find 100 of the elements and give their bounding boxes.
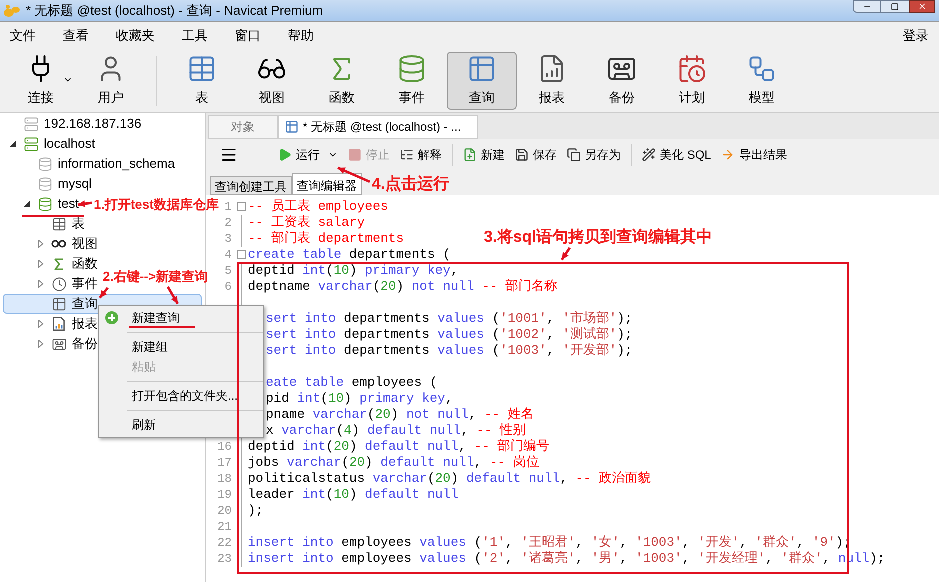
app-icon [4, 4, 20, 18]
code-line: -- 部门表 departments [248, 231, 404, 247]
underline [22, 215, 84, 217]
arrow [560, 247, 572, 261]
annotation-note: 3.将sql语句拷贝到查询编辑其中 [484, 229, 712, 247]
annotation-note: 2.右键-->新建查询 [103, 268, 208, 286]
line-number: 1 [224, 200, 232, 214]
tree-label: information_schema [58, 155, 176, 174]
tree-item[interactable]: 192.168.187.136 [3, 114, 145, 134]
line-number: 21 [218, 520, 232, 534]
copy-icon [567, 148, 581, 162]
toolbar-button[interactable]: 查询 [447, 52, 517, 110]
maximize-icon [891, 2, 899, 10]
tree-label: 报表 [72, 315, 98, 334]
toolbar-button[interactable]: 函数 [307, 52, 377, 110]
tree-label: mysql [58, 175, 92, 194]
fold-icon[interactable] [236, 202, 246, 211]
toolbar-button[interactable]: 计划 [657, 52, 727, 110]
arrow [78, 200, 92, 208]
menu-item[interactable]: 收藏夹 [116, 26, 155, 46]
editor-tab[interactable]: 查询编辑器 [292, 173, 362, 195]
underline [129, 326, 195, 328]
fold-icon[interactable] [236, 250, 246, 259]
tree-label: 视图 [72, 235, 98, 254]
line-number: 2 [224, 216, 232, 230]
toolbar-button[interactable]: 备份 [587, 52, 657, 110]
cassette-icon [52, 336, 66, 352]
toolbar-button[interactable]: 用户 [76, 52, 146, 110]
play-icon [278, 148, 292, 162]
line-number: 16 [218, 440, 232, 454]
code-line: -- 员工表 employees [248, 199, 388, 215]
tree-item[interactable]: 备份 [3, 334, 101, 354]
login-link[interactable]: 登录 [903, 26, 929, 46]
menu-item[interactable]: 新建组 [99, 337, 263, 357]
code-line: sert into departments values ('1003', '开发部'); [266, 343, 633, 359]
code-line: x varchar(4) default null, -- 性别 [266, 423, 526, 439]
line-number: 23 [218, 552, 232, 566]
toolbar-button[interactable]: 运行 [278, 146, 338, 164]
tree-item[interactable]: mysql [3, 174, 95, 194]
toolbar-button[interactable]: 模型 [727, 52, 797, 110]
toolbar-button[interactable]: 解释 [400, 146, 442, 164]
database-icon [397, 54, 427, 84]
editor-tab[interactable]: 查询创建工具 [210, 176, 292, 195]
report-icon [53, 317, 65, 331]
tree-label: 函数 [72, 255, 98, 274]
tree-item[interactable]: 函数 [3, 254, 101, 274]
menu-item[interactable]: 打开包含的文件夹... [99, 386, 263, 406]
tree-label: test [58, 195, 79, 214]
menu-item[interactable]: 帮助 [288, 26, 314, 46]
toolbar-button[interactable]: 视图 [237, 52, 307, 110]
code-line: pname varchar(20) not null, -- 姓名 [266, 407, 534, 423]
clock-icon [52, 276, 66, 292]
toolbar-button[interactable]: 连接 [6, 52, 76, 110]
menu-item[interactable]: 工具 [182, 26, 208, 46]
tree-item[interactable]: localhost [3, 134, 98, 154]
tree-item[interactable]: information_schema [3, 154, 178, 174]
tree-label: 备份 [72, 335, 98, 354]
toolbar-button[interactable]: 新建 [463, 146, 505, 164]
tree-item[interactable]: 事件 [3, 274, 101, 294]
wand-icon [642, 148, 656, 162]
calendar-icon [677, 54, 707, 84]
tree-item[interactable]: test [3, 194, 82, 214]
editor-tab[interactable]: * 无标题 @test (localhost) - ... [278, 115, 478, 139]
tree-item[interactable]: 视图 [3, 234, 101, 254]
arrow [166, 286, 180, 305]
editor-tab[interactable]: 对象 [208, 115, 278, 139]
toolbar-button[interactable]: 美化 SQL [642, 146, 712, 164]
stop-icon [348, 148, 362, 162]
sigma-icon [54, 258, 64, 270]
line-number: 4 [224, 248, 232, 262]
arrow [99, 287, 109, 299]
maximize-button[interactable] [881, 0, 909, 13]
toolbar-button[interactable]: 另存为 [567, 146, 621, 164]
line-number: 20 [218, 504, 232, 518]
code-line: sert into departments values ('1002', '测试部'); [266, 327, 633, 343]
tree-item[interactable]: 表 [3, 214, 88, 234]
line-number: 3 [224, 232, 232, 246]
tree-label: 事件 [72, 275, 98, 294]
toolbar-button[interactable]: 报表 [517, 52, 587, 110]
table-icon [52, 216, 66, 232]
toolbar-button[interactable]: 导出结果 [721, 146, 788, 164]
toolbar-button[interactable]: 事件 [377, 52, 447, 110]
toolbar-button[interactable]: 保存 [515, 146, 557, 164]
glasses-icon [51, 240, 67, 248]
code-line: create table departments ( [248, 247, 451, 263]
tree-item[interactable]: 报表 [3, 314, 101, 334]
toolbar-button[interactable]: 表 [167, 52, 237, 110]
close-button[interactable] [909, 0, 935, 13]
save-icon [515, 148, 529, 162]
menu-item[interactable]: 文件 [10, 26, 36, 46]
line-number: 17 [218, 456, 232, 470]
tree-label: localhost [44, 135, 96, 154]
menu-icon[interactable] [220, 146, 238, 164]
menu-item[interactable]: 窗口 [235, 26, 261, 46]
menu-item[interactable]: 刷新 [99, 415, 263, 435]
menu-item[interactable]: 查看 [63, 26, 89, 46]
line-number: 22 [218, 536, 232, 550]
line-number: 19 [218, 488, 232, 502]
annotation-note: 1.打开test数据库仓库 [94, 196, 219, 214]
code-line: jobs varchar(20) default null, -- 岗位 [248, 455, 540, 471]
